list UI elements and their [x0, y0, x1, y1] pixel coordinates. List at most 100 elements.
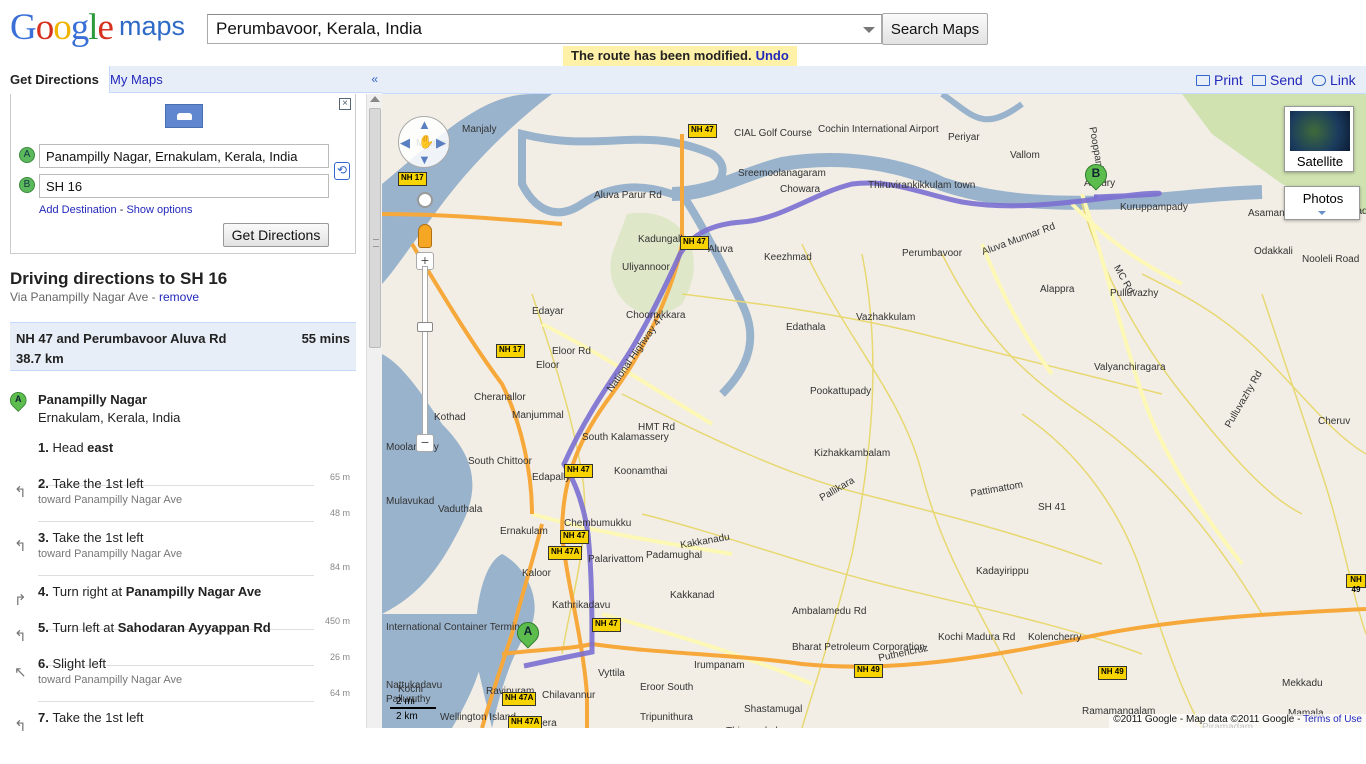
- photos-button[interactable]: Photos: [1284, 186, 1360, 220]
- zoom-slider-handle[interactable]: [417, 322, 433, 332]
- map-place-label: Asaman: [1248, 208, 1285, 219]
- panel-scrollbar[interactable]: [366, 94, 382, 728]
- collapse-panel-icon[interactable]: «: [371, 72, 378, 86]
- tab-my-maps[interactable]: My Maps: [100, 66, 173, 93]
- zoom-out-button[interactable]: −: [416, 434, 434, 452]
- pan-up-icon[interactable]: ▲: [418, 117, 431, 132]
- map-place-label: Thiruvirankikkulam town: [868, 180, 976, 191]
- terms-link[interactable]: Terms of Use: [1303, 714, 1362, 725]
- route-start-marker[interactable]: A: [512, 617, 544, 656]
- map-place-label: Odakkali: [1254, 246, 1293, 257]
- step-divider: [38, 521, 314, 522]
- pan-left-icon[interactable]: ◀: [400, 135, 410, 151]
- step-number: 3.: [38, 530, 53, 545]
- direction-step[interactable]: ↖ 6. Slight left toward Panampilly Nagar A…: [10, 656, 356, 710]
- tab-get-directions[interactable]: Get Directions: [0, 66, 110, 93]
- pan-right-icon[interactable]: ▶: [436, 135, 446, 151]
- map-toolbar: Print Send Link: [382, 66, 1366, 94]
- map-place-label: Ambalamedu Rd: [792, 606, 867, 617]
- map-place-label: Tripunithura: [640, 712, 693, 723]
- scale-bar: [390, 707, 436, 709]
- undo-link[interactable]: Undo: [756, 48, 789, 63]
- link-link[interactable]: Link: [1312, 72, 1356, 88]
- map-place-label: Chembumukku: [564, 518, 632, 529]
- map-place-label: Ernakulam: [500, 526, 548, 537]
- chain-link-icon: [1312, 75, 1326, 86]
- map-place-label: Vallom: [1010, 150, 1040, 161]
- map-place-label: Manjaly: [462, 124, 497, 135]
- header: Googlemaps Search Maps The route has bee…: [0, 0, 1366, 66]
- highway-shield: NH 47: [592, 618, 621, 632]
- route-summary-distance: 38.7 km: [16, 351, 64, 366]
- rotate-icon[interactable]: [417, 192, 433, 208]
- map-place-label: Mekkadu: [1282, 678, 1323, 689]
- route-summary-name: NH 47 and Perumbavoor Aluva Rd: [16, 331, 227, 346]
- printer-icon: [1196, 75, 1210, 86]
- map-place-label: Aluva Parur Rd: [594, 190, 662, 201]
- highway-shield: NH 49: [1098, 666, 1127, 680]
- pegman-icon[interactable]: [418, 224, 432, 248]
- send-label: Send: [1270, 72, 1303, 88]
- map-place-label: Cheranallor: [474, 392, 526, 403]
- highway-shield: NH 17: [496, 344, 525, 358]
- route-end-marker[interactable]: B: [1080, 159, 1112, 198]
- highway-shield: NH 49: [854, 664, 883, 678]
- route-title: Driving directions to SH 16: [10, 269, 228, 288]
- grip-icon: [373, 239, 379, 247]
- google-maps-logo[interactable]: Google maps: [10, 9, 185, 46]
- get-directions-button[interactable]: Get Directions: [223, 223, 329, 247]
- map-place-label: South Kalamassery: [582, 432, 669, 443]
- swap-locations-icon[interactable]: ⟲: [334, 162, 350, 180]
- remove-waypoint-link[interactable]: remove: [159, 290, 199, 304]
- start-location-input[interactable]: [39, 144, 329, 168]
- step-text: 1. Head east: [38, 440, 113, 455]
- step-instruction: Take the 1st left: [52, 530, 144, 545]
- panel-tabs: Get Directions My Maps «: [0, 66, 382, 93]
- scroll-up-icon[interactable]: [370, 96, 380, 102]
- route-summary-time: 55 mins: [301, 331, 350, 346]
- direction-step[interactable]: ↰ 3. Take the 1st left toward Panampilly N…: [10, 530, 356, 584]
- print-link[interactable]: Print: [1196, 72, 1243, 88]
- directions-form: × A B ⟲ Add Destination - Show options G…: [10, 94, 356, 254]
- satellite-label: Satellite: [1296, 154, 1344, 169]
- pan-down-icon[interactable]: ▼: [418, 152, 431, 167]
- step-distance: 64 m: [329, 688, 350, 698]
- zoom-slider-track[interactable]: [422, 266, 428, 436]
- scrollbar-thumb[interactable]: [369, 108, 381, 348]
- via-text: Via Panampilly Nagar Ave - remove: [10, 290, 199, 304]
- map-scale: 2 mi 2 km: [390, 694, 440, 724]
- step-road: Panampilly Nagar Ave: [125, 584, 262, 599]
- marker-letter: A: [14, 393, 22, 405]
- step-instruction: Slight left: [52, 656, 106, 671]
- destination-input[interactable]: [39, 174, 329, 198]
- map-place-label: Shastamugal: [744, 704, 803, 715]
- logo-maps-text: maps: [118, 11, 185, 41]
- step-number: 7.: [38, 710, 53, 725]
- add-destination-link[interactable]: Add Destination: [39, 204, 117, 216]
- highway-shield: NH 47A: [508, 716, 543, 728]
- step-distance: 48 m: [329, 508, 350, 518]
- notice-text: The route has been modified.: [571, 48, 752, 63]
- map-place-label: South Chittoor: [468, 456, 532, 467]
- chevron-down-icon[interactable]: [863, 27, 875, 33]
- map-area[interactable]: Print Send Link Manjaly CIAL Golf Course…: [382, 66, 1366, 728]
- pan-control[interactable]: ▲ ◀ ▶ ▼ ✋: [398, 116, 450, 168]
- start-marker-icon: A: [6, 388, 30, 418]
- driving-mode-button[interactable]: [165, 104, 203, 128]
- search-input[interactable]: [208, 15, 848, 43]
- route-summary[interactable]: NH 47 and Perumbavoor Aluva Rd 55 mins 3…: [10, 322, 356, 371]
- via-prefix: Via Panampilly Nagar Ave -: [10, 290, 156, 304]
- direction-step[interactable]: ↰ 2. Take the 1st left toward Panampilly N…: [10, 476, 356, 530]
- direction-step[interactable]: ↰ 7. Take the 1st left: [10, 710, 356, 764]
- close-icon[interactable]: ×: [339, 98, 351, 110]
- highway-shield: NH 47: [560, 530, 589, 544]
- map-place-label: SH 41: [1038, 502, 1066, 513]
- show-options-link[interactable]: Show options: [126, 204, 192, 216]
- highway-shield: NH 47: [688, 124, 717, 138]
- send-link[interactable]: Send: [1252, 72, 1303, 88]
- slight-left-icon: ↖: [14, 664, 27, 681]
- map-place-label: Aluva: [708, 244, 734, 255]
- satellite-button[interactable]: Satellite: [1284, 106, 1354, 172]
- search-maps-button[interactable]: Search Maps: [882, 13, 988, 45]
- step-instruction: Take the 1st left: [52, 710, 144, 725]
